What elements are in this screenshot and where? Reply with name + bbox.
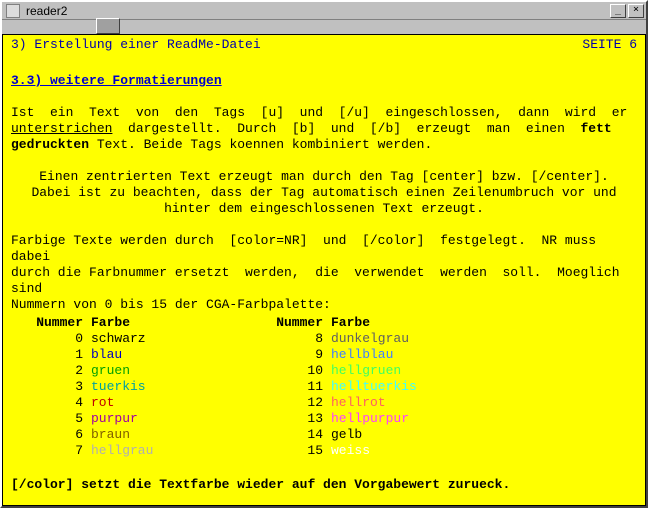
p3-l3: Nummern von 0 bis 15 der CGA-Farbpalette… <box>11 297 331 312</box>
col-number: Nummer <box>31 315 91 331</box>
cell-num: 2 <box>31 363 91 379</box>
col-color: Farbe <box>91 315 211 331</box>
p2-l2: Dabei ist zu beachten, dass der Tag auto… <box>31 185 616 200</box>
cell-num: 3 <box>31 379 91 395</box>
cell-color: rot <box>91 395 211 411</box>
table-row: 4rot 12hellrot <box>31 395 451 411</box>
p3-l1: Farbige Texte werden durch [color=NR] un… <box>11 233 604 264</box>
header-page: SEITE 6 <box>582 37 637 53</box>
para2: Einen zentrierten Text erzeugt man durch… <box>11 153 637 217</box>
cell-num: 9 <box>271 347 331 363</box>
cell-color: gelb <box>331 427 451 443</box>
p1-bold1: fett <box>581 121 612 136</box>
minimize-button[interactable]: _ <box>610 4 626 18</box>
col-color2: Farbe <box>331 315 451 331</box>
app-icon <box>6 4 20 18</box>
table-row: 2gruen 10hellgruen <box>31 363 451 379</box>
cell-num: 0 <box>31 331 91 347</box>
cell-color: braun <box>91 427 211 443</box>
table-row: 5purpur 13hellpurpur <box>31 411 451 427</box>
closing-line: [/color] setzt die Textfarbe wieder auf … <box>11 477 510 492</box>
section-heading: 3.3) weitere Formatierungen <box>11 73 222 88</box>
cell-num: 6 <box>31 427 91 443</box>
tab-bar <box>2 20 646 34</box>
cell-num: 1 <box>31 347 91 363</box>
cell-num: 14 <box>271 427 331 443</box>
cell-num: 11 <box>271 379 331 395</box>
tab-indicator[interactable] <box>96 18 120 34</box>
color-table: Nummer Farbe Nummer Farbe 0schwarz 8dunke… <box>31 315 451 459</box>
cell-num: 12 <box>271 395 331 411</box>
page-header: 3) Erstellung einer ReadMe-Datei SEITE 6 <box>3 35 645 55</box>
cell-color: schwarz <box>91 331 211 347</box>
p1-l1: Ist ein Text von den Tags [u] und [/u] e… <box>11 105 627 120</box>
cell-color: blau <box>91 347 211 363</box>
table-row: 3tuerkis 11helltuerkis <box>31 379 451 395</box>
table-row: 6braun 14gelb <box>31 427 451 443</box>
cell-color: hellpurpur <box>331 411 451 427</box>
header-title: 3) Erstellung einer ReadMe-Datei <box>11 37 582 53</box>
cell-num: 15 <box>271 443 331 459</box>
p2-l3: hinter dem eingeschlossenen Text erzeugt… <box>164 201 484 216</box>
window-title: reader2 <box>24 4 610 18</box>
cell-num: 5 <box>31 411 91 427</box>
p1-l3a: Text. Beide Tags koennen kombiniert werd… <box>89 137 432 152</box>
cell-color: purpur <box>91 411 211 427</box>
cell-color: hellrot <box>331 395 451 411</box>
closing-text: [/color] setzt die Textfarbe wieder auf … <box>3 459 645 506</box>
cell-color: dunkelgrau <box>331 331 451 347</box>
p1-underline: unterstrichen <box>11 121 112 136</box>
cell-color: hellblau <box>331 347 451 363</box>
p3-l2: durch die Farbnummer ersetzt werden, die… <box>11 265 627 296</box>
p2-l1: Einen zentrierten Text erzeugt man durch… <box>39 169 609 184</box>
cell-num: 13 <box>271 411 331 427</box>
cell-color: helltuerkis <box>331 379 451 395</box>
cell-color: weiss <box>331 443 451 459</box>
cell-num: 8 <box>271 331 331 347</box>
cell-color: hellgrau <box>91 443 211 459</box>
col-number2: Nummer <box>271 315 331 331</box>
cell-color: hellgruen <box>331 363 451 379</box>
table-row: 0schwarz 8dunkelgrau <box>31 331 451 347</box>
table-row: 7hellgrau 15weiss <box>31 443 451 459</box>
cell-num: 4 <box>31 395 91 411</box>
app-window: reader2 _ × 3) Erstellung einer ReadMe-D… <box>0 0 648 508</box>
cell-num: 10 <box>271 363 331 379</box>
content-pane: 3) Erstellung einer ReadMe-Datei SEITE 6… <box>2 34 646 506</box>
table-row: 1blau 9hellblau <box>31 347 451 363</box>
p1-bold2: gedruckten <box>11 137 89 152</box>
body-text: 3.3) weitere Formatierungen Ist ein Text… <box>3 55 645 313</box>
cell-color: tuerkis <box>91 379 211 395</box>
cell-num: 7 <box>31 443 91 459</box>
cell-color: gruen <box>91 363 211 379</box>
table-header: Nummer Farbe Nummer Farbe <box>31 315 451 331</box>
p1-l2a: dargestellt. Durch [b] und [/b] erzeugt … <box>112 121 580 136</box>
close-button[interactable]: × <box>628 4 644 18</box>
